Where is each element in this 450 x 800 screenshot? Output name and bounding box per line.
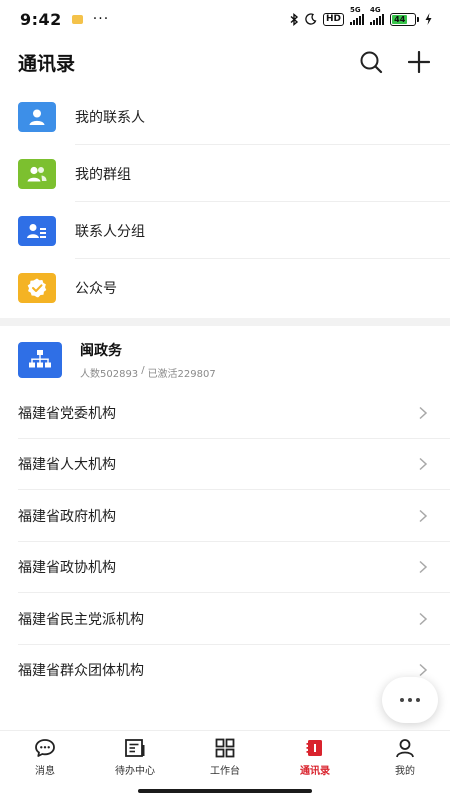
contacts-menu: 我的联系人 我的群组 联系人分组 公众号 — [0, 88, 450, 316]
bluetooth-icon — [290, 12, 299, 26]
page-title: 通讯录 — [18, 52, 76, 75]
header: 通讯录 — [0, 42, 450, 82]
nav-label: 待办中心 — [115, 765, 155, 777]
floating-more-button[interactable] — [382, 677, 438, 723]
more-dot — [400, 698, 404, 702]
org-title: 闽政务 — [80, 343, 122, 359]
status-time: 9:42 — [20, 9, 62, 29]
menu-label: 公众号 — [75, 280, 117, 297]
add-button[interactable] — [406, 49, 432, 75]
list-item[interactable]: 福建省民主党派机构 — [0, 593, 450, 645]
chevron-right-icon — [419, 458, 428, 471]
list-item[interactable]: 福建省政协机构 — [0, 542, 450, 594]
profile-icon — [396, 738, 414, 757]
org-item-label: 福建省政协机构 — [18, 560, 116, 577]
menu-label: 我的群组 — [75, 166, 131, 183]
menu-item-my-contacts[interactable]: 我的联系人 — [0, 88, 450, 145]
chevron-right-icon — [419, 664, 428, 677]
tab-workbench[interactable]: 工作台 — [180, 731, 270, 782]
plus-icon — [408, 51, 430, 73]
contact-icon — [18, 101, 56, 132]
org-item-label: 福建省人大机构 — [18, 457, 116, 474]
org-list: 福建省党委机构 福建省人大机构 福建省政府机构 福建省政协机构 福建省民主党派机… — [0, 387, 450, 696]
org-stats-separator: / — [141, 365, 145, 376]
org-item-label: 福建省党委机构 — [18, 405, 116, 422]
search-icon — [360, 51, 383, 74]
search-button[interactable] — [358, 49, 384, 75]
menu-label: 我的联系人 — [75, 109, 145, 126]
home-indicator[interactable] — [138, 789, 312, 793]
nav-label: 我的 — [395, 765, 415, 777]
menu-item-official-accounts[interactable]: 公众号 — [0, 259, 450, 316]
nav-label: 通讯录 — [300, 765, 330, 777]
more-dot — [408, 698, 412, 702]
org-header[interactable]: 闽政务 人数502893 / 已激活229807 — [0, 334, 450, 386]
chevron-right-icon — [419, 561, 428, 574]
net-label-5g: 5G — [350, 6, 361, 14]
org-item-label: 福建省群众团体机构 — [18, 663, 144, 680]
tab-todo-center[interactable]: 待办中心 — [90, 731, 180, 782]
do-not-disturb-icon — [305, 13, 317, 25]
list-item[interactable]: 福建省政府机构 — [0, 490, 450, 542]
notification-icon — [71, 14, 83, 24]
charging-icon — [425, 13, 432, 25]
org-item-label: 福建省政府机构 — [18, 508, 116, 525]
message-icon — [35, 738, 55, 757]
signal-4g-icon: 4G — [370, 6, 384, 25]
signal-5g-icon: 5G — [350, 6, 364, 25]
chevron-right-icon — [419, 509, 428, 522]
workbench-icon — [215, 738, 235, 757]
more-notifications-icon: ··· — [92, 11, 110, 27]
net-label-4g: 4G — [370, 6, 381, 14]
nav-label: 消息 — [35, 765, 55, 777]
list-item[interactable]: 福建省党委机构 — [0, 387, 450, 439]
list-item[interactable]: 福建省人大机构 — [0, 439, 450, 491]
menu-label: 联系人分组 — [75, 223, 145, 240]
bottom-nav: 消息 待办中心 工作台 通讯录 我的 — [0, 730, 450, 782]
official-account-icon — [18, 272, 56, 303]
org-people-count: 人数502893 — [80, 369, 139, 380]
tab-profile[interactable]: 我的 — [360, 731, 450, 782]
contacts-book-icon — [306, 739, 322, 756]
menu-item-contact-groups[interactable]: 联系人分组 — [0, 202, 450, 259]
section-divider — [0, 318, 450, 326]
hd-badge: HD — [322, 12, 344, 26]
menu-item-my-groups[interactable]: 我的群组 — [0, 145, 450, 202]
battery-level: 44 — [392, 14, 408, 24]
org-activated-count: 已激活229807 — [147, 369, 216, 380]
battery-icon: 44 — [390, 12, 419, 26]
tab-messages[interactable]: 消息 — [0, 731, 90, 782]
org-stats: 人数502893 / 已激活229807 — [80, 365, 216, 380]
tab-contacts[interactable]: 通讯录 — [270, 731, 360, 782]
more-dot — [416, 698, 420, 702]
group-icon — [18, 158, 56, 189]
todo-icon — [125, 738, 145, 757]
status-bar: 9:42 ··· HD 5G 4G 44 — [0, 0, 450, 38]
org-chart-icon — [18, 342, 62, 378]
nav-label: 工作台 — [210, 765, 240, 777]
contact-group-icon — [18, 215, 56, 246]
org-item-label: 福建省民主党派机构 — [18, 611, 144, 628]
chevron-right-icon — [419, 612, 428, 625]
chevron-right-icon — [419, 406, 428, 419]
list-item[interactable]: 福建省群众团体机构 — [0, 645, 450, 697]
